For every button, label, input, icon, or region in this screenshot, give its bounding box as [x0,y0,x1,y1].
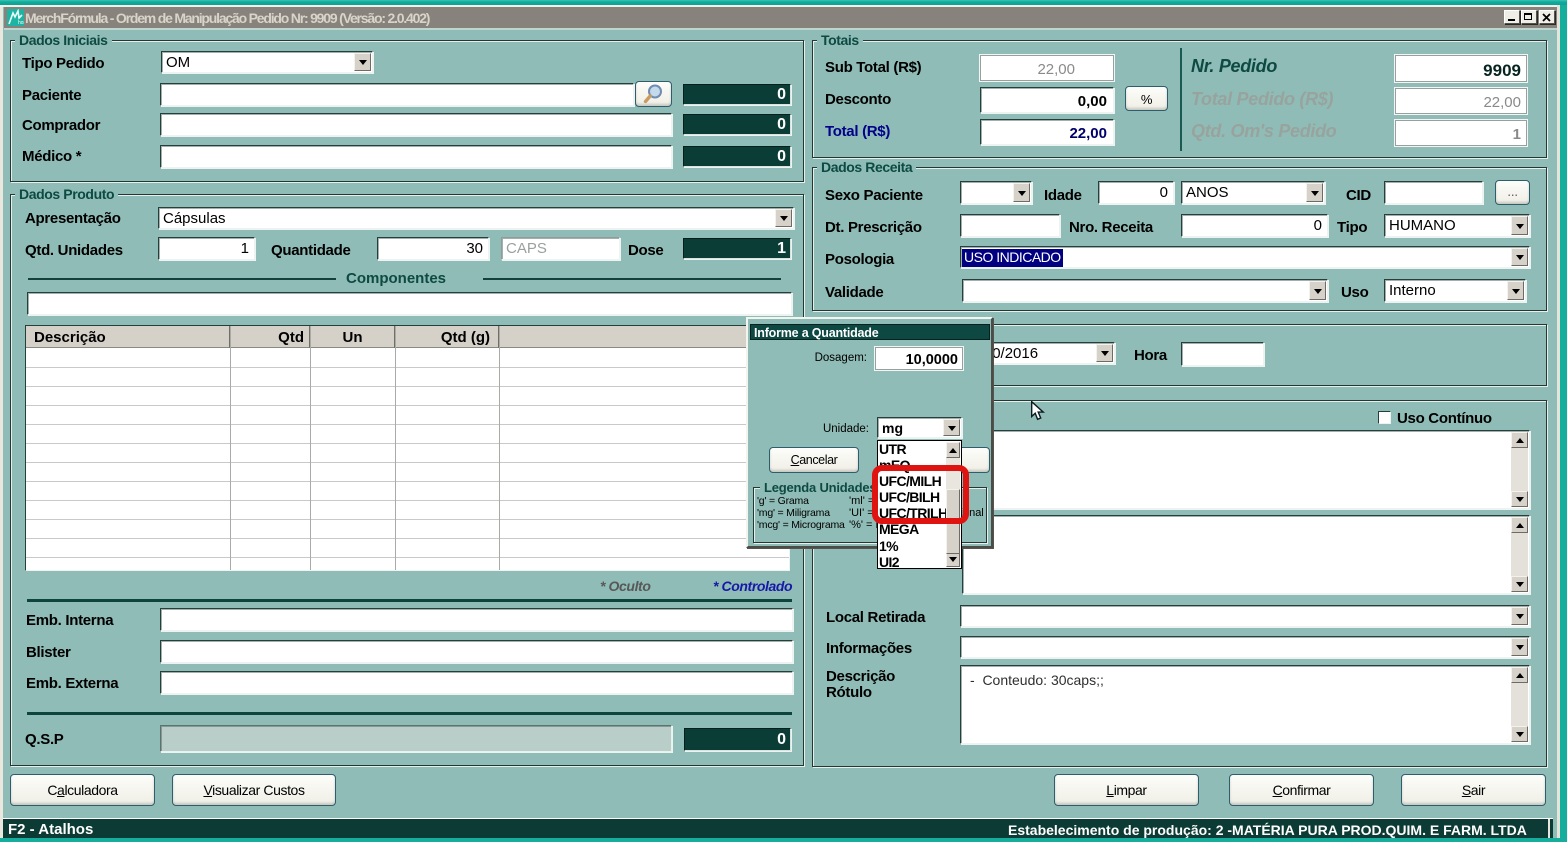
svg-text:hos: hos [18,20,24,26]
